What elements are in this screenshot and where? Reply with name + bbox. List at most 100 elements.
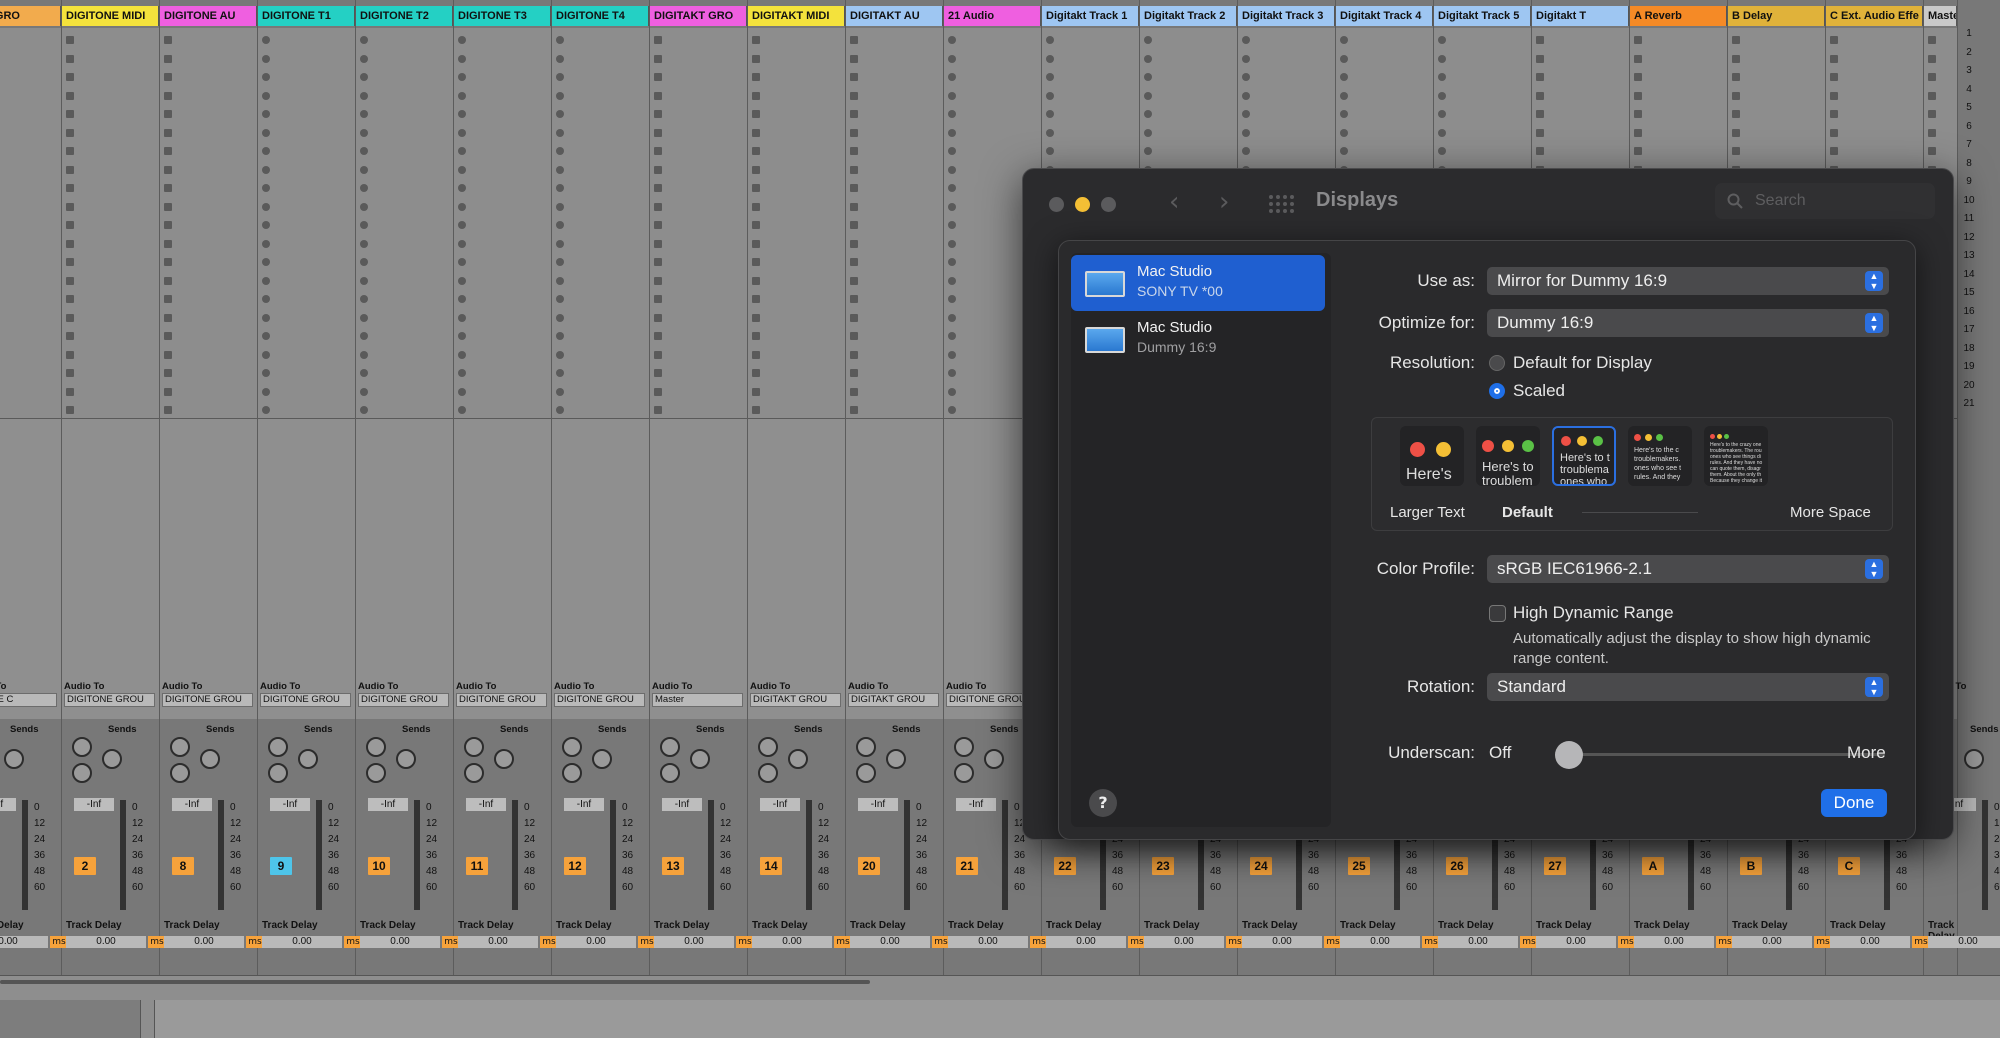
scene-number[interactable]: 13 <box>1958 250 1980 269</box>
radio-scaled[interactable] <box>1489 383 1505 399</box>
clip-slots[interactable] <box>160 28 257 418</box>
radio-default[interactable] <box>1489 355 1505 371</box>
send-knob[interactable] <box>758 763 778 783</box>
send-knob[interactable] <box>102 749 122 769</box>
send-knob[interactable] <box>396 749 416 769</box>
track-activator[interactable]: 8 <box>172 857 194 875</box>
scene-number[interactable]: 16 <box>1958 306 1980 325</box>
send-knob[interactable] <box>562 763 582 783</box>
track-activator[interactable]: 22 <box>1054 857 1076 875</box>
send-knob[interactable] <box>464 737 484 757</box>
track-delay-value[interactable]: 0.00 <box>1340 936 1420 948</box>
channel-header[interactable]: Digitakt Track 2 <box>1140 6 1237 26</box>
scene-number[interactable]: 6 <box>1958 121 1980 140</box>
track-activator[interactable]: 27 <box>1544 857 1566 875</box>
send-knob[interactable] <box>886 749 906 769</box>
send-knob[interactable] <box>954 737 974 757</box>
audio-to-select[interactable]: DIGITONE GROU <box>64 693 155 707</box>
clip-slots[interactable] <box>552 28 649 418</box>
scene-number[interactable]: 20 <box>1958 380 1980 399</box>
send-knob[interactable] <box>856 737 876 757</box>
scale-option-more-space[interactable]: Here's to the crazy one troublemakers. T… <box>1704 426 1768 486</box>
track-delay-value[interactable]: 0.00 <box>262 936 342 948</box>
track-activator[interactable]: 12 <box>564 857 586 875</box>
track-delay-value[interactable]: 0.00 <box>1438 936 1518 948</box>
scene-number[interactable]: 19 <box>1958 361 1980 380</box>
send-knob[interactable] <box>268 737 288 757</box>
send-knob[interactable] <box>856 763 876 783</box>
scene-number[interactable]: 3 <box>1958 65 1980 84</box>
clip-slots[interactable] <box>650 28 747 418</box>
send-knob[interactable] <box>200 749 220 769</box>
track-delay-value[interactable]: 0.00 <box>1144 936 1224 948</box>
scene-number[interactable]: 12 <box>1958 232 1980 251</box>
track-delay-value[interactable]: 0.00 <box>948 936 1028 948</box>
track-delay-value[interactable]: 0.00 <box>1634 936 1714 948</box>
channel-header[interactable]: DIGITONE T2 <box>356 6 453 26</box>
clip-slots[interactable] <box>62 28 159 418</box>
done-button[interactable]: Done <box>1821 789 1887 817</box>
track-activator[interactable]: 2 <box>74 857 96 875</box>
channel-header[interactable]: 21 Audio <box>944 6 1041 26</box>
track-activator[interactable]: 24 <box>1250 857 1272 875</box>
scene-number[interactable]: 15 <box>1958 287 1980 306</box>
track-delay-value[interactable]: 0.00 <box>360 936 440 948</box>
rotation-popup[interactable]: Standard ▲ ▼ <box>1487 673 1889 701</box>
scene-number[interactable]: 5 <box>1958 102 1980 121</box>
channel-header[interactable]: DIGITAKT GRO <box>650 6 747 26</box>
scene-number[interactable]: 7 <box>1958 139 1980 158</box>
clip-slots[interactable] <box>748 28 845 418</box>
scene-number[interactable]: 18 <box>1958 343 1980 362</box>
send-knob[interactable] <box>170 737 190 757</box>
send-knob[interactable] <box>366 763 386 783</box>
scene-number[interactable]: 14 <box>1958 269 1980 288</box>
audio-to-select[interactable]: DIGITONE GROU <box>162 693 253 707</box>
track-delay-value[interactable]: 0.00 <box>164 936 244 948</box>
send-knob[interactable] <box>4 749 24 769</box>
scale-option-selected[interactable]: Here's to t troublema ones who <box>1552 426 1616 486</box>
channel-header[interactable]: DIGITONE AU <box>160 6 257 26</box>
track-activator[interactable]: 13 <box>662 857 684 875</box>
track-delay-value[interactable]: 0.00 <box>654 936 734 948</box>
track-delay-value[interactable]: 0.00 <box>1830 936 1910 948</box>
send-knob[interactable] <box>660 737 680 757</box>
track-activator[interactable]: 14 <box>760 857 782 875</box>
audio-to-select[interactable]: Master <box>652 693 743 707</box>
send-knob[interactable] <box>984 749 1004 769</box>
send-knob[interactable] <box>954 763 974 783</box>
channel-header[interactable]: DIGITONE T1 <box>258 6 355 26</box>
channel-header[interactable]: B Delay <box>1728 6 1825 26</box>
track-activator[interactable]: 26 <box>1446 857 1468 875</box>
minimize-button[interactable] <box>1075 197 1090 212</box>
channel-header[interactable]: ONE GRO <box>0 6 61 26</box>
send-knob[interactable] <box>464 763 484 783</box>
track-delay-value[interactable]: 0.00 <box>0 936 48 948</box>
audio-to-select[interactable]: DIGITONE GROU <box>260 693 351 707</box>
track-activator[interactable]: 11 <box>466 857 488 875</box>
channel-header[interactable]: DIGITAKT AU <box>846 6 943 26</box>
audio-to-select[interactable]: DIGITONE GROU <box>456 693 547 707</box>
track-delay-value[interactable]: 0.00 <box>556 936 636 948</box>
scene-number[interactable]: 9 <box>1958 176 1980 195</box>
track-delay-value[interactable]: 0.00 <box>752 936 832 948</box>
send-knob[interactable] <box>758 737 778 757</box>
track-delay-value[interactable]: 0.00 <box>850 936 930 948</box>
zoom-button[interactable] <box>1101 197 1116 212</box>
underscan-slider-track[interactable] <box>1569 753 1885 756</box>
send-knob[interactable] <box>660 763 680 783</box>
search-field[interactable]: Search <box>1715 183 1935 219</box>
send-knob[interactable] <box>298 749 318 769</box>
send-knob[interactable] <box>1964 749 1984 769</box>
track-activator[interactable]: 9 <box>270 857 292 875</box>
track-delay-value[interactable]: 0.00 <box>1928 936 2000 948</box>
grid-icon[interactable] <box>1268 194 1294 214</box>
track-activator[interactable]: 10 <box>368 857 390 875</box>
track-delay-value[interactable]: 0.00 <box>458 936 538 948</box>
underscan-slider-knob[interactable] <box>1555 741 1583 769</box>
channel-header[interactable]: Digitakt Track 5 <box>1434 6 1531 26</box>
scene-number[interactable]: 10 <box>1958 195 1980 214</box>
use-as-popup[interactable]: Mirror for Dummy 16:9 ▲ ▼ <box>1487 267 1889 295</box>
hdr-checkbox[interactable] <box>1489 605 1506 622</box>
channel-header[interactable]: C Ext. Audio Effe <box>1826 6 1923 26</box>
channel-header[interactable]: Master <box>1924 6 1957 26</box>
